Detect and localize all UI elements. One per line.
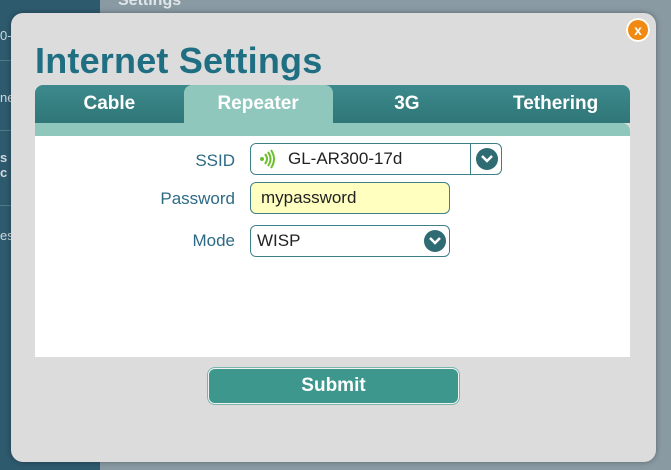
- close-button[interactable]: x: [626, 18, 650, 42]
- tab-content-strip: [35, 123, 630, 136]
- wifi-signal-icon: [260, 149, 275, 169]
- mode-select[interactable]: WISP: [250, 225, 450, 257]
- submit-button[interactable]: Submit: [208, 368, 459, 404]
- ssid-value: GL-AR300-17d: [288, 149, 403, 168]
- mode-value: WISP: [257, 231, 301, 250]
- tab-repeater[interactable]: Repeater: [183, 85, 333, 123]
- ssid-select[interactable]: GL-AR300-17d: [250, 143, 502, 175]
- background-fragment: c: [0, 165, 8, 180]
- ssid-label: SSID: [195, 151, 235, 170]
- mode-label: Mode: [192, 231, 235, 250]
- tab-tethering[interactable]: Tethering: [481, 85, 630, 123]
- tab-cable[interactable]: Cable: [35, 85, 184, 123]
- chevron-down-icon[interactable]: [476, 148, 498, 170]
- background-settings-label: Settings: [118, 0, 182, 9]
- background-fragment: s: [0, 150, 8, 165]
- chevron-down-icon[interactable]: [424, 230, 446, 252]
- password-input[interactable]: [261, 188, 441, 208]
- tab-bar: Cable Repeater 3G Tethering: [35, 85, 630, 123]
- ssid-separator: [470, 144, 471, 174]
- repeater-form-panel: SSID GL-AR300-17d Password Mode WISP: [35, 136, 630, 357]
- password-field[interactable]: [250, 182, 450, 214]
- dialog-title: Internet Settings: [35, 40, 323, 81]
- password-label: Password: [160, 189, 235, 208]
- tab-3g[interactable]: 3G: [333, 85, 482, 123]
- background-fragment: 0-: [0, 28, 12, 43]
